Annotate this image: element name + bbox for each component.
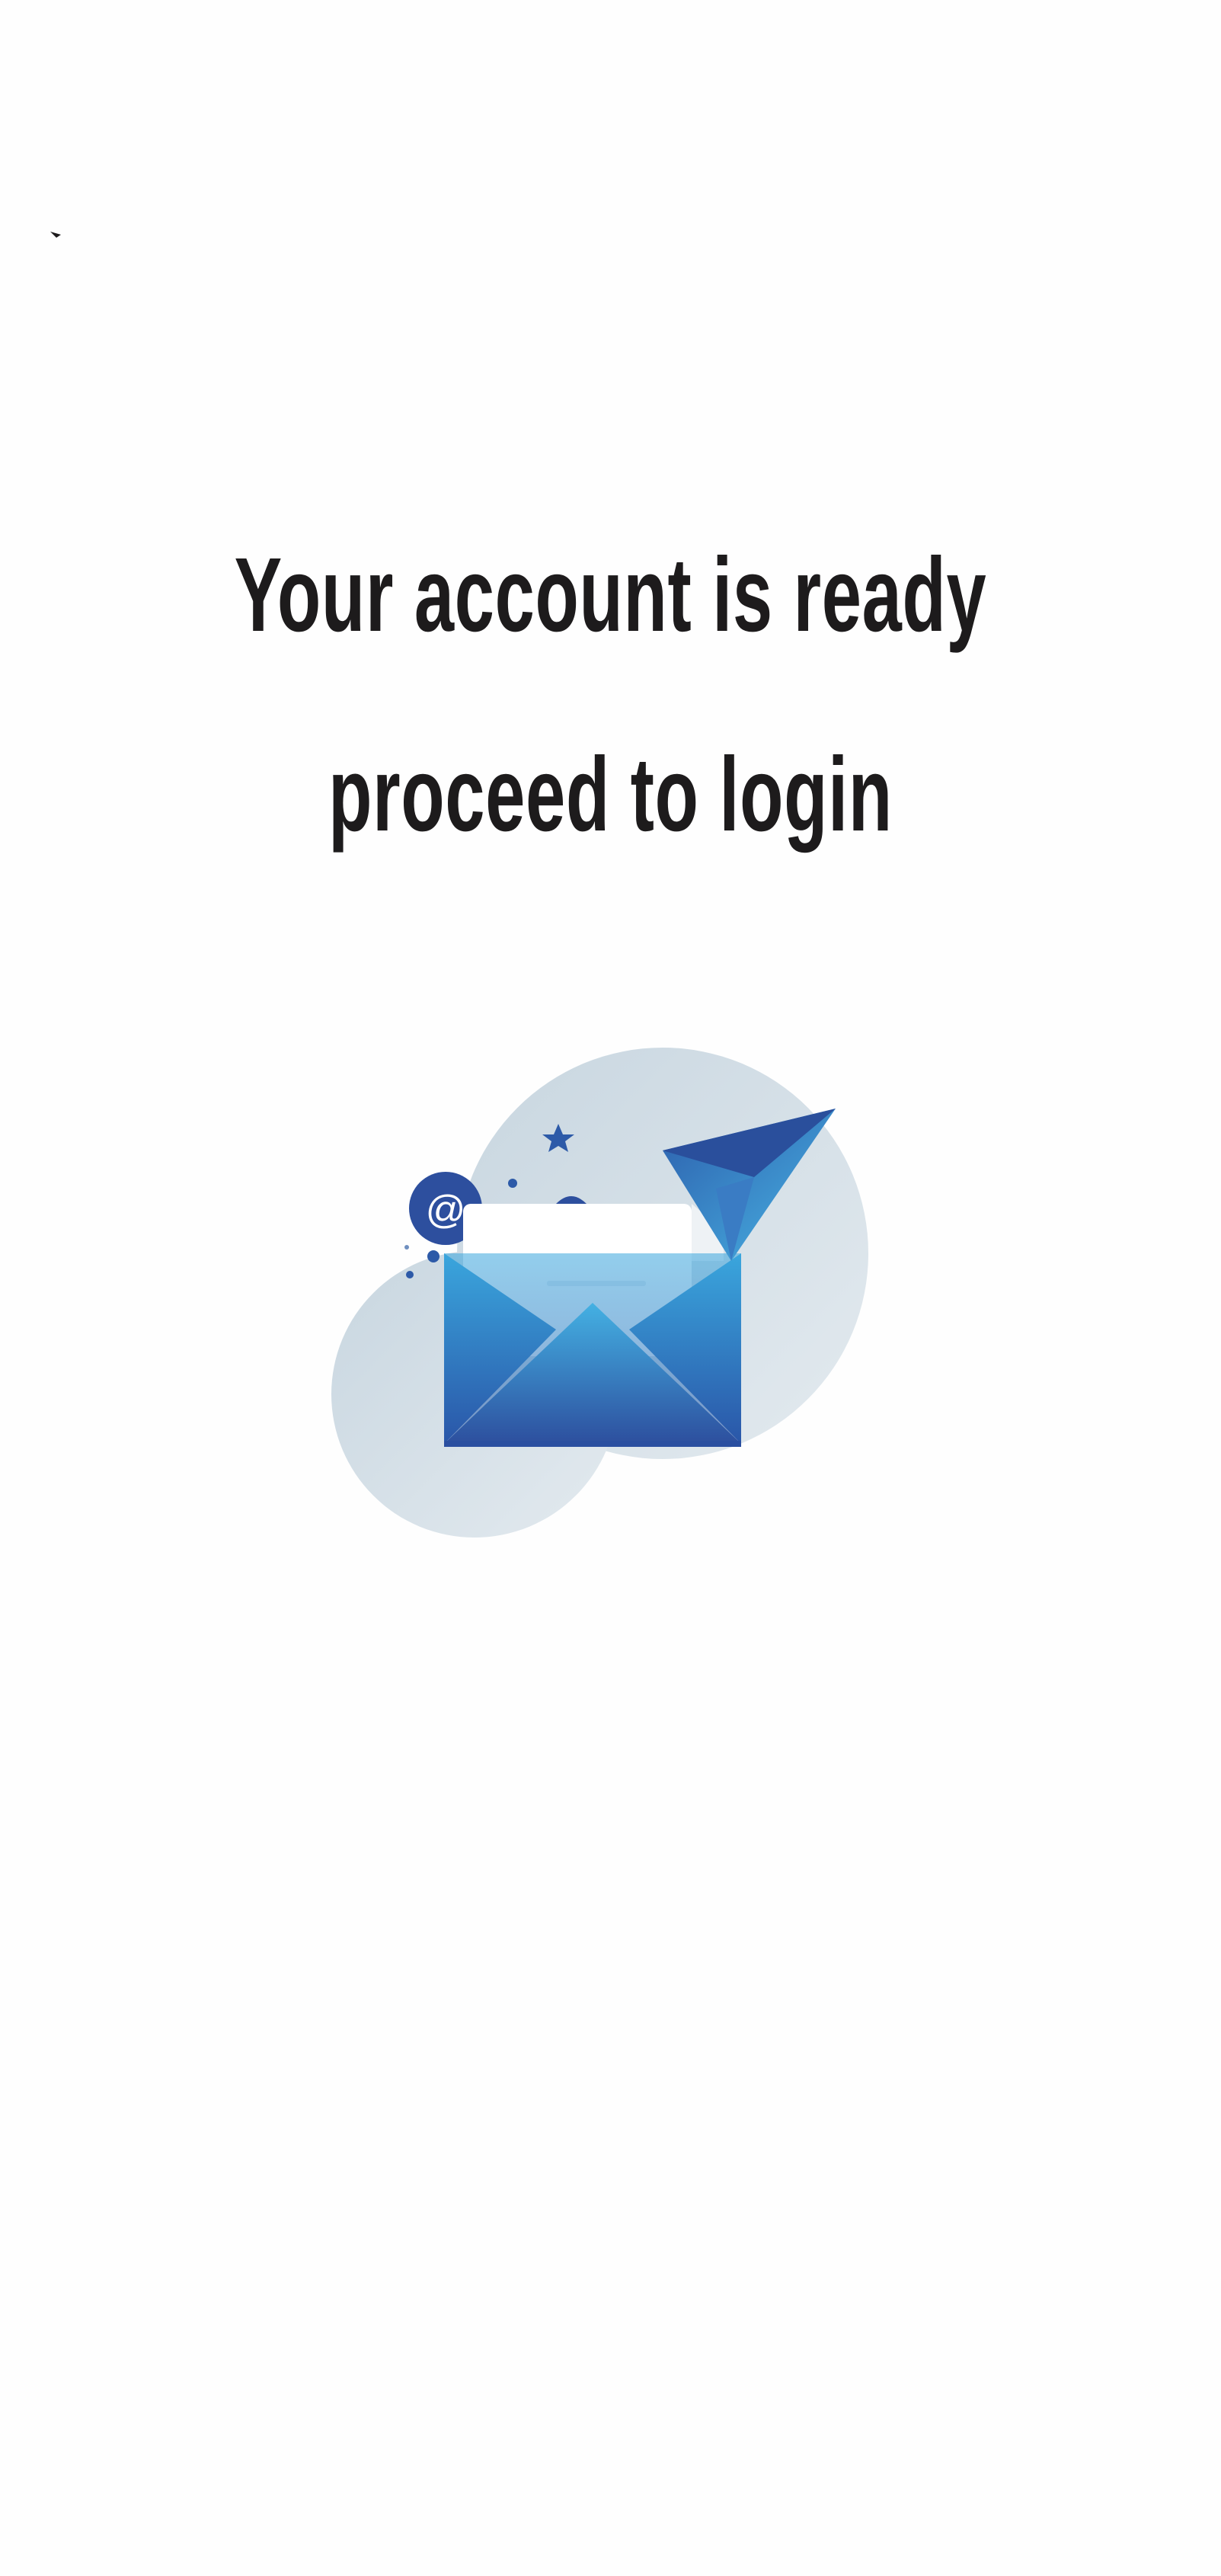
email-envelope-illustration: @ — [328, 1032, 876, 1547]
page-title: Your account is ready proceed to login — [234, 536, 987, 853]
back-button[interactable] — [34, 204, 94, 265]
back-arrow-icon — [34, 204, 94, 265]
svg-text:@: @ — [426, 1188, 466, 1232]
